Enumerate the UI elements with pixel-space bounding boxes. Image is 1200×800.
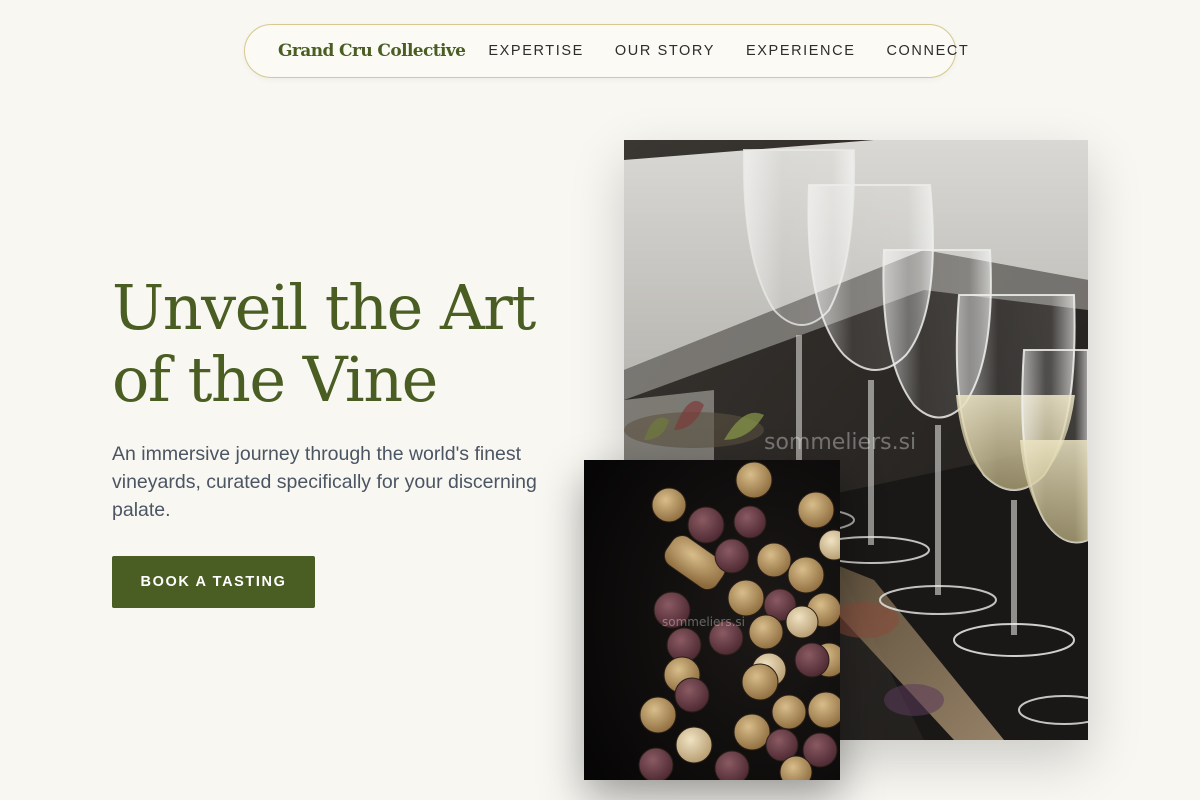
book-tasting-button[interactable]: BOOK A TASTING	[112, 556, 315, 608]
glasses-watermark: sommeliers.si	[764, 430, 917, 455]
nav-link-our-story[interactable]: OUR STORY	[615, 43, 715, 59]
nav-link-expertise[interactable]: EXPERTISE	[488, 43, 584, 59]
nav-link-connect[interactable]: CONNECT	[886, 43, 969, 59]
hero-headline-line-1: Unveil the Art	[112, 271, 536, 344]
corks-watermark: sommeliers.si	[662, 615, 745, 629]
hero-subtitle: An immersive journey through the world's…	[112, 443, 537, 521]
brand-logo[interactable]: Grand Cru Collective	[278, 41, 466, 61]
hero-headline-line-2: of the Vine	[112, 343, 438, 416]
nav-link-experience[interactable]: EXPERIENCE	[746, 43, 855, 59]
hero-headline: Unveil the Art of the Vine	[112, 272, 582, 416]
top-nav: Grand Cru Collective EXPERTISE OUR STORY…	[244, 24, 968, 78]
wine-corks-photo: sommeliers.si	[584, 460, 840, 780]
